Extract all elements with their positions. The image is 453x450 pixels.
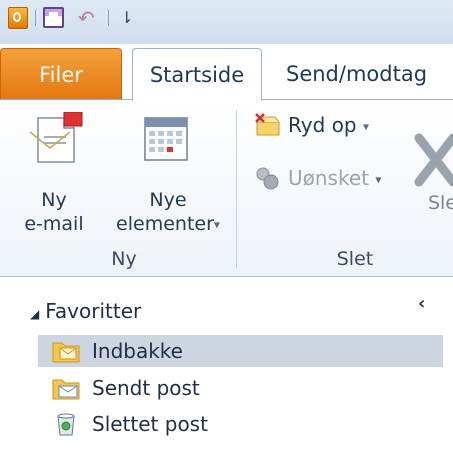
junk-icon[interactable] xyxy=(254,165,282,191)
save-icon[interactable] xyxy=(43,7,64,28)
deleted-items-icon xyxy=(57,413,75,436)
title-bar: ↶ ⇂ xyxy=(0,0,453,44)
new-email-icon[interactable] xyxy=(28,112,84,166)
favorites-label: Favoritter xyxy=(45,299,142,323)
new-email-button[interactable]: Ny e-mail xyxy=(14,188,94,236)
tab-file[interactable]: Filer xyxy=(0,48,122,100)
inbox-folder-icon xyxy=(52,342,80,363)
customize-qat-icon[interactable]: ⇂ xyxy=(120,6,133,30)
delete-button-label[interactable]: Sle xyxy=(428,192,453,214)
folder-item-sent[interactable]: Sendt post xyxy=(38,372,443,404)
group-label-delete: Slet xyxy=(336,248,374,270)
new-items-button[interactable]: Nye elementer▾ xyxy=(104,188,232,237)
folder-label: Slettet post xyxy=(92,412,208,436)
group-label-new: Ny xyxy=(111,248,137,270)
chevron-down-icon: ▾ xyxy=(213,217,220,232)
folder-label: Indbakke xyxy=(92,339,183,363)
new-items-label-line1: Nye xyxy=(149,189,187,211)
new-email-label-line1: Ny xyxy=(41,189,67,211)
new-items-icon[interactable] xyxy=(137,112,193,166)
new-items-label-line2: elementer xyxy=(116,213,214,235)
qat-separator xyxy=(108,10,109,26)
outlook-icon[interactable] xyxy=(8,7,28,29)
folder-item-deleted[interactable]: Slettet post xyxy=(38,408,443,440)
qat-separator xyxy=(35,10,36,26)
folder-label: Sendt post xyxy=(92,376,200,400)
cleanup-label: Ryd op xyxy=(288,113,357,137)
chevron-down-icon: ▾ xyxy=(362,119,370,134)
junk-label: Uønsket xyxy=(288,166,369,190)
sent-folder-icon xyxy=(52,379,80,400)
delete-icon[interactable] xyxy=(413,132,453,190)
junk-button[interactable]: Uønsket ▾ xyxy=(288,165,381,193)
minimize-pane-icon[interactable]: ‹ xyxy=(418,293,425,314)
chevron-down-icon: ▾ xyxy=(375,172,382,187)
cleanup-icon[interactable] xyxy=(254,112,282,138)
group-separator xyxy=(236,110,237,268)
folder-item-inbox[interactable]: Indbakke xyxy=(38,335,443,367)
collapse-triangle-icon[interactable]: ◢ xyxy=(30,307,39,321)
undo-icon[interactable]: ↶ xyxy=(78,6,95,30)
tab-send-receive[interactable]: Send/modtag xyxy=(272,48,453,100)
new-email-label-line2: e-mail xyxy=(24,213,84,235)
favorites-header[interactable]: ◢ Favoritter xyxy=(30,298,141,327)
tab-home[interactable]: Startside xyxy=(132,48,262,101)
cleanup-button[interactable]: Ryd op ▾ xyxy=(288,112,369,140)
